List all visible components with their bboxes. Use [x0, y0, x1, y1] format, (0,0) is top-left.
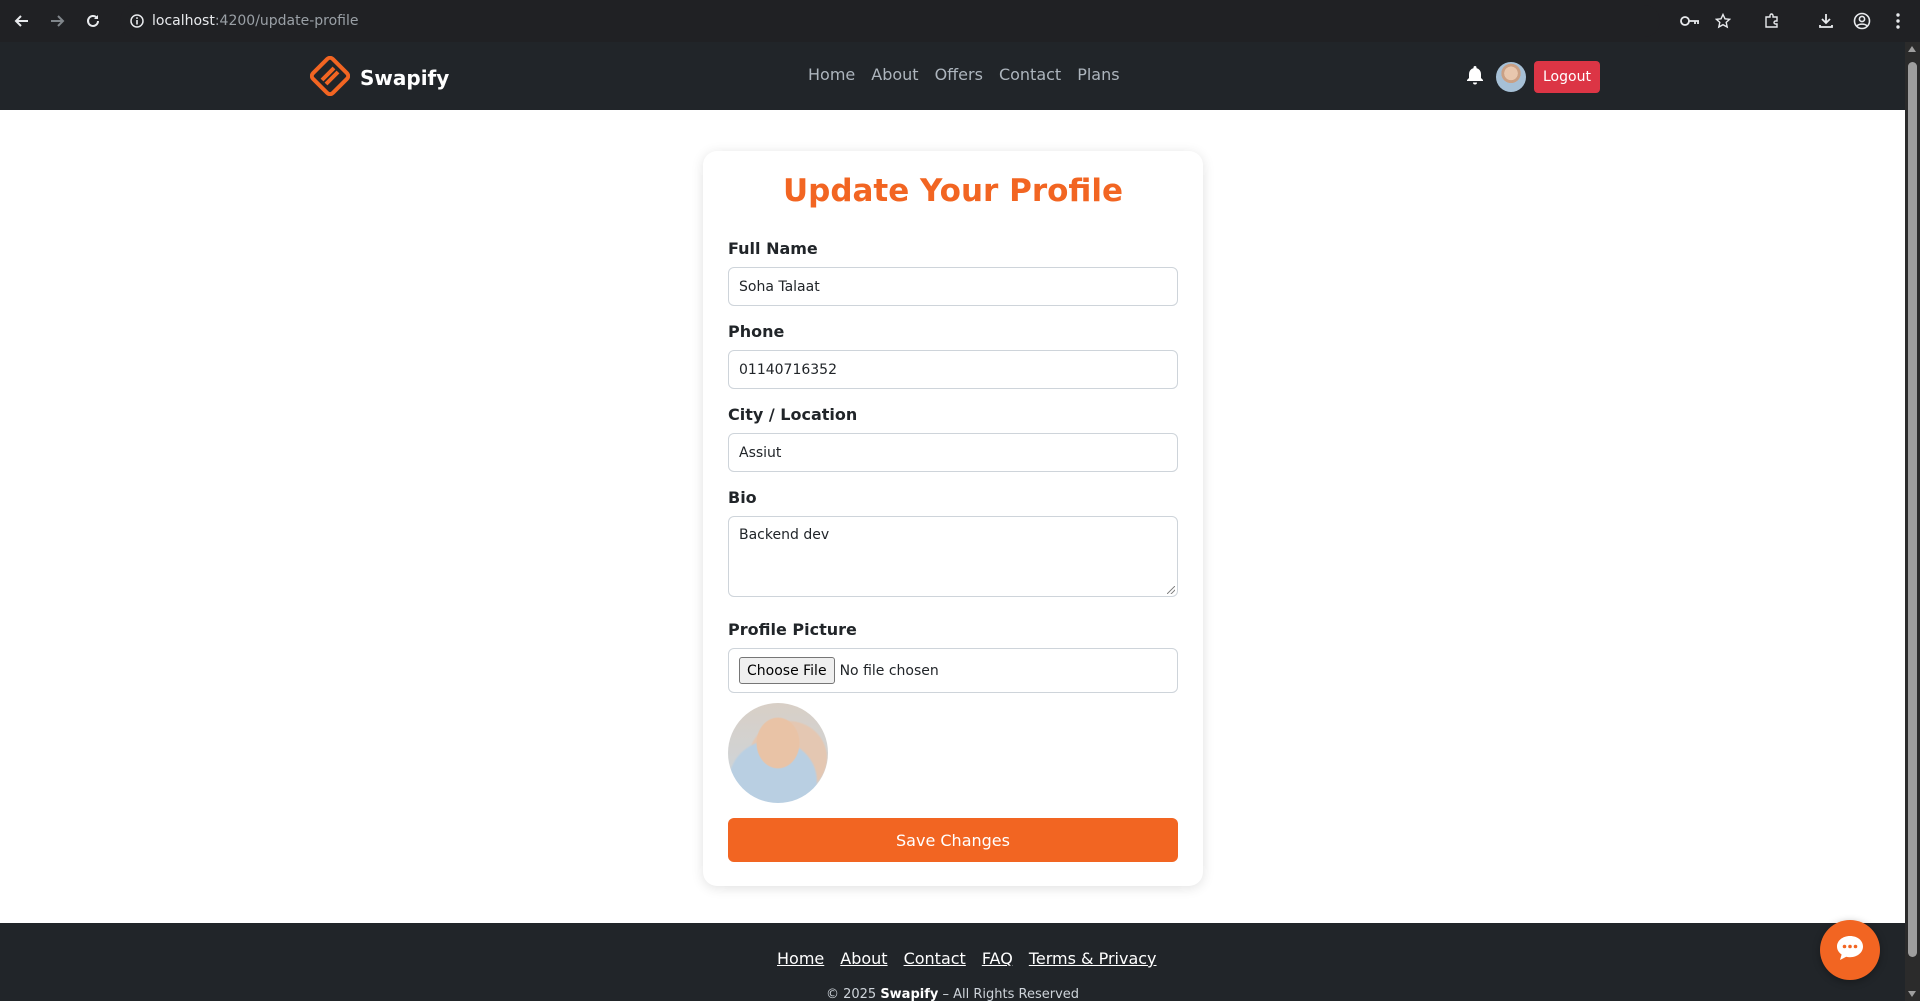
copyright-brand: Swapify [880, 987, 939, 1001]
main-menu: Home About Offers Contact Plans [808, 65, 1136, 84]
site-navbar: Swapify Home About Offers Contact Plans … [0, 42, 1905, 110]
full-name-label: Full Name [728, 239, 818, 258]
site-footer: Home About Contact FAQ Terms & Privacy ©… [0, 923, 1905, 1001]
city-label: City / Location [728, 405, 858, 424]
download-icon[interactable] [1814, 9, 1838, 33]
bio-field[interactable]: Backend dev [728, 516, 1178, 597]
extensions-icon[interactable] [1760, 9, 1784, 33]
save-changes-button[interactable]: Save Changes [728, 818, 1178, 862]
city-field[interactable]: Assiut [728, 433, 1178, 472]
nav-link-about[interactable]: About [871, 65, 918, 84]
chat-bubble-icon [1835, 934, 1865, 966]
more-icon[interactable] [1886, 9, 1910, 33]
url-text: localhost:4200/update-profile [152, 13, 359, 29]
resize-handle-icon[interactable] [1167, 586, 1175, 594]
url-path: :4200/update-profile [214, 13, 359, 29]
chat-button[interactable] [1820, 920, 1880, 980]
footer-link-terms[interactable]: Terms & Privacy [1029, 949, 1157, 968]
browser-toolbar: localhost:4200/update-profile [0, 0, 1920, 42]
file-status: No file chosen [839, 662, 939, 679]
copyright-suffix: – All Rights Reserved [938, 987, 1080, 1001]
footer-link-about[interactable]: About [840, 949, 887, 968]
bio-text: Backend dev [739, 527, 830, 543]
copyright-prefix: © 2025 [825, 987, 881, 1001]
bell-icon[interactable] [1466, 65, 1484, 89]
url-host: localhost [152, 13, 215, 29]
reload-icon[interactable] [81, 9, 105, 33]
nav-user-area: Logout [1466, 61, 1600, 93]
scroll-up-icon[interactable] [1908, 46, 1916, 52]
key-icon[interactable] [1678, 9, 1702, 33]
account-icon[interactable] [1850, 9, 1874, 33]
update-profile-card: Update Your Profile Full Name Soha Talaa… [703, 151, 1203, 886]
footer-link-home[interactable]: Home [777, 949, 824, 968]
footer-link-contact[interactable]: Contact [904, 949, 966, 968]
phone-field[interactable]: 01140716352 [728, 350, 1178, 389]
copyright: © 2025 Swapify – All Rights Reserved [0, 987, 1905, 1001]
swapify-logo-icon [309, 55, 351, 100]
footer-link-faq[interactable]: FAQ [982, 949, 1013, 968]
nav-link-home[interactable]: Home [808, 65, 855, 84]
logout-button[interactable]: Logout [1534, 61, 1600, 93]
choose-file-button[interactable]: Choose File [739, 657, 835, 684]
brand-name: Swapify [360, 66, 450, 90]
page-scrollbar[interactable] [1905, 42, 1920, 1001]
site-info-icon[interactable] [130, 14, 144, 28]
back-icon[interactable] [10, 9, 34, 33]
brand[interactable]: Swapify [309, 55, 450, 100]
nav-link-plans[interactable]: Plans [1077, 65, 1119, 84]
profile-picture-label: Profile Picture [728, 620, 857, 639]
nav-link-offers[interactable]: Offers [935, 65, 983, 84]
bio-label: Bio [728, 488, 757, 507]
nav-link-contact[interactable]: Contact [999, 65, 1061, 84]
profile-picture-preview [728, 703, 828, 803]
scroll-thumb[interactable] [1908, 62, 1917, 957]
full-name-field[interactable]: Soha Talaat [728, 267, 1178, 306]
avatar[interactable] [1496, 62, 1526, 92]
address-bar[interactable]: localhost:4200/update-profile [120, 5, 1660, 37]
profile-picture-input[interactable]: Choose File No file chosen [728, 648, 1178, 693]
star-icon[interactable] [1711, 9, 1735, 33]
page-title: Update Your Profile [782, 173, 1124, 209]
phone-label: Phone [728, 322, 785, 341]
footer-links: Home About Contact FAQ Terms & Privacy [777, 949, 1173, 968]
scroll-down-icon[interactable] [1908, 991, 1916, 997]
forward-icon[interactable] [45, 9, 69, 33]
